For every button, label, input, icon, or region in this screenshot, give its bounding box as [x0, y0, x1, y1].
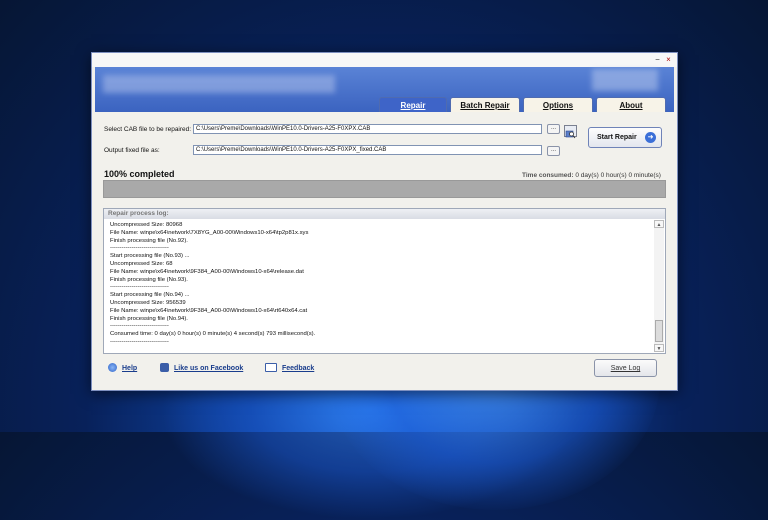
log-line: File Name: winpe\x64\network\7X8YG_A00-0… — [110, 229, 309, 236]
log-line: ------------------------------ — [110, 338, 169, 345]
tab-repair[interactable]: Repair — [379, 97, 447, 112]
cab-file-label: Select CAB file to be repaired: — [104, 126, 192, 133]
log-line: ------------------------------ — [110, 245, 169, 252]
log-header: Repair process log: — [104, 209, 665, 219]
log-line: Uncompressed Size: 80968 — [110, 222, 183, 228]
start-repair-button[interactable]: Start Repair ➜ — [588, 127, 662, 148]
browse-output-button[interactable]: ... — [547, 146, 560, 156]
minimize-button[interactable]: − — [653, 55, 662, 64]
app-window: − × Repair Batch Repair Options About Se… — [91, 52, 678, 391]
tab-about[interactable]: About — [596, 97, 666, 112]
arrow-right-icon: ➜ — [645, 132, 656, 143]
output-file-label: Output fixed file as: — [104, 147, 160, 154]
tab-options[interactable]: Options — [523, 97, 593, 112]
feedback-link[interactable]: Feedback — [265, 363, 314, 372]
output-file-input[interactable]: C:\Users\Preme\Downloads\WinPE10.0-Drive… — [193, 145, 542, 155]
envelope-icon — [265, 363, 277, 372]
log-line: Uncompressed Size: 68 — [110, 260, 173, 267]
tab-batch-repair[interactable]: Batch Repair — [450, 97, 520, 112]
close-button[interactable]: × — [664, 55, 673, 64]
repair-log-panel: Repair process log: Uncompressed Size: 8… — [103, 208, 666, 354]
log-line: Finish processing file (No.92). — [110, 237, 188, 244]
log-line: Uncompressed Size: 956539 — [110, 299, 186, 306]
scroll-down-icon[interactable]: ▼ — [654, 344, 664, 352]
time-consumed-label: Time consumed: — [522, 172, 574, 179]
browse-cab-button[interactable]: ... — [547, 124, 560, 134]
log-line: Finish processing file (No.93). — [110, 276, 188, 283]
cab-file-input[interactable]: C:\Users\Preme\Downloads\WinPE10.0-Drive… — [193, 124, 542, 134]
scroll-thumb[interactable] — [655, 320, 663, 342]
help-icon — [108, 363, 117, 372]
folder-search-icon[interactable] — [564, 125, 577, 139]
help-link[interactable]: Help — [108, 363, 137, 372]
log-line: Consumed time: 0 day(s) 0 hour(s) 0 minu… — [110, 331, 316, 338]
log-line: ------------------------------ — [110, 323, 169, 330]
start-repair-label: Start Repair — [597, 134, 637, 141]
time-consumed: Time consumed: 0 day(s) 0 hour(s) 0 minu… — [522, 172, 661, 179]
log-scrollbar[interactable]: ▲ ▼ — [654, 220, 664, 352]
blurred-logo — [592, 69, 658, 91]
progress-bar — [103, 180, 666, 198]
log-line: ------------------------------ — [110, 284, 169, 291]
log-text: Uncompressed Size: 80968 File Name: winpe… — [110, 222, 650, 347]
log-line: Start processing file (No.93) ... — [110, 253, 190, 260]
log-line: File Name: winpe\x64\network\9F384_A00-0… — [110, 268, 304, 275]
log-line: Start processing file (No.94) ... — [110, 292, 190, 299]
progress-status: 100% completed — [104, 169, 175, 179]
scroll-up-icon[interactable]: ▲ — [654, 220, 664, 228]
title-bar: − × — [92, 53, 677, 67]
blurred-title — [103, 75, 335, 93]
facebook-like-icon — [160, 363, 169, 372]
time-consumed-value: 0 day(s) 0 hour(s) 0 minute(s) — [575, 172, 661, 179]
save-log-button[interactable]: Save Log — [594, 359, 657, 377]
log-line: Finish processing file (No.94). — [110, 315, 188, 322]
log-line: File Name: winpe\x64\network\9F384_A00-0… — [110, 307, 308, 314]
progress-fill — [104, 181, 665, 197]
facebook-link[interactable]: Like us on Facebook — [160, 363, 243, 372]
